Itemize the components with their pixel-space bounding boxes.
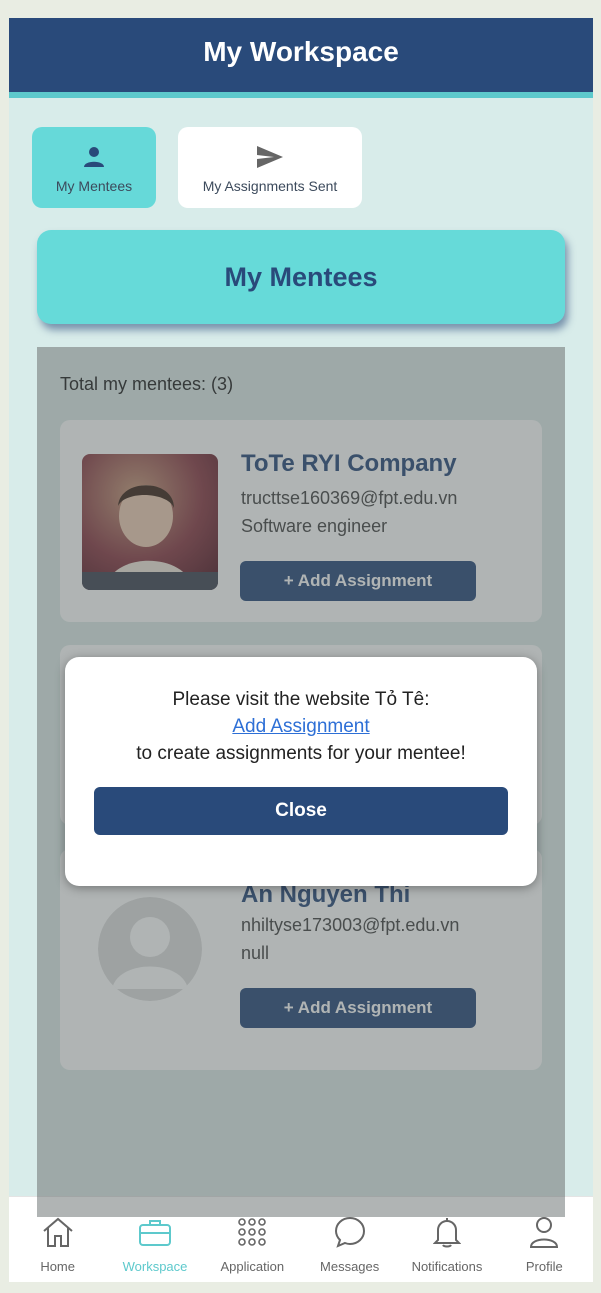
nav-label: Application xyxy=(220,1259,285,1274)
page-title: My Workspace xyxy=(203,36,399,67)
section-title: My Mentees xyxy=(224,261,378,292)
nav-label: Profile xyxy=(525,1259,563,1274)
tab-label: My Assignments Sent xyxy=(202,177,338,194)
briefcase-icon xyxy=(138,1215,172,1249)
bell-icon xyxy=(432,1215,461,1249)
tab-label: My Mentees xyxy=(55,177,133,194)
add-assignment-link[interactable]: Add Assignment xyxy=(65,716,537,738)
tab-my-mentees[interactable]: My Mentees xyxy=(32,127,156,208)
nav-label: Workspace xyxy=(122,1259,188,1274)
person-icon xyxy=(83,142,105,172)
modal-message: Please visit the website Tỏ Tê: xyxy=(172,689,430,710)
info-modal: Please visit the website Tỏ Tê: Add Assi… xyxy=(65,657,537,886)
section-banner: My Mentees xyxy=(37,230,565,324)
close-button[interactable]: Close xyxy=(94,787,508,835)
send-icon xyxy=(256,142,284,172)
app-header: My Workspace xyxy=(9,18,593,98)
nav-label: Notifications xyxy=(411,1259,483,1274)
modal-message-2: to create assignments for your mentee! xyxy=(136,743,466,764)
user-icon xyxy=(529,1215,559,1249)
nav-label: Messages xyxy=(320,1259,380,1274)
grid-icon xyxy=(237,1215,267,1249)
home-icon xyxy=(41,1215,75,1249)
nav-label: Home xyxy=(40,1259,75,1274)
chat-icon xyxy=(334,1215,366,1249)
tab-my-assignments-sent[interactable]: My Assignments Sent xyxy=(178,127,362,208)
